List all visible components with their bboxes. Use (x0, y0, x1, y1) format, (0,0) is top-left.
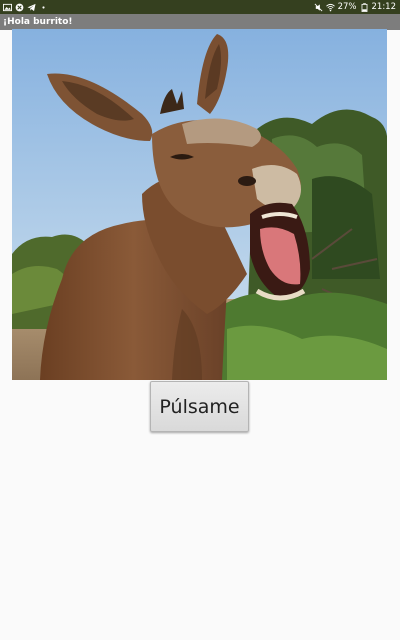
mute-icon (314, 3, 323, 12)
status-bar-system: 27% 21:12 (314, 0, 396, 14)
notification-gallery-icon (3, 3, 12, 12)
donkey-photo (12, 29, 387, 380)
battery-percentage: 27% (337, 2, 357, 12)
battery-icon (360, 2, 369, 12)
app-title: ¡Hola burrito! (3, 17, 73, 27)
clock: 21:12 (371, 2, 397, 12)
notification-blocked-icon (15, 3, 24, 12)
telegram-icon (27, 3, 36, 12)
pulsame-button[interactable]: Púlsame (150, 381, 249, 432)
status-bar: 27% 21:12 (0, 0, 400, 14)
more-notifications-dot (39, 3, 48, 12)
action-bar: ¡Hola burrito! (0, 14, 400, 30)
wifi-icon (325, 3, 335, 12)
status-bar-notifications (3, 0, 48, 14)
